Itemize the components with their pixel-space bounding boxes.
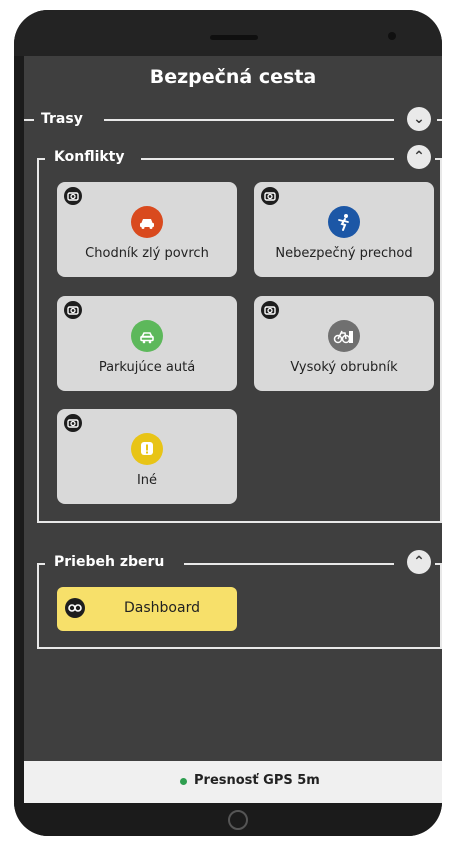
card-ine[interactable]: Iné xyxy=(57,409,237,504)
pedestrian-icon xyxy=(328,206,360,238)
card-label: Iné xyxy=(136,473,158,488)
phone-top-bar xyxy=(14,10,442,56)
priebeh-line-right xyxy=(184,563,394,565)
card-nebezpecny-prechod[interactable]: Nebezpečný prechod xyxy=(254,182,434,277)
priebeh-border-right xyxy=(440,563,442,649)
camera-icon[interactable] xyxy=(261,301,279,319)
camera-icon[interactable] xyxy=(64,414,82,432)
konflikty-title: Konflikty xyxy=(54,149,125,165)
priebeh-border-bottom xyxy=(37,647,442,649)
priebeh-border-left xyxy=(37,563,39,649)
priebeh-line-left xyxy=(37,563,45,565)
camera-icon[interactable] xyxy=(64,187,82,205)
konflikty-line-right xyxy=(141,158,394,160)
konflikty-line-end xyxy=(435,158,442,160)
konflikty-border-right xyxy=(440,158,442,523)
car-icon xyxy=(131,206,163,238)
gps-status-bar: Presnosť GPS 5m xyxy=(24,761,442,803)
trasy-line-end xyxy=(437,119,442,121)
card-label: Vysoký obrubník xyxy=(290,360,398,375)
alert-icon xyxy=(131,433,163,465)
card-chodnik-zly-povrch[interactable]: Chodník zlý povrch xyxy=(57,182,237,277)
priebeh-toggle[interactable]: ⌃ xyxy=(407,550,431,574)
camera-icon[interactable] xyxy=(64,301,82,319)
trasy-line-right xyxy=(104,119,394,121)
camera-icon[interactable] xyxy=(261,187,279,205)
speaker xyxy=(210,35,258,40)
front-camera xyxy=(388,32,396,40)
app-title: Bezpečná cesta xyxy=(149,66,317,88)
home-button[interactable] xyxy=(228,810,248,830)
trasy-title: Trasy xyxy=(41,111,83,127)
card-parkujuce-auta[interactable]: Parkujúce autá xyxy=(57,296,237,391)
konflikty-border-bottom xyxy=(37,521,442,523)
dashboard-label: Dashboard xyxy=(124,600,200,616)
chevron-up-icon: ⌃ xyxy=(413,554,425,570)
chevron-up-icon: ⌃ xyxy=(413,149,425,165)
chevron-down-icon: ⌄ xyxy=(413,111,425,127)
trasy-line-left xyxy=(24,119,34,121)
konflikty-border-left xyxy=(37,158,39,523)
app-screen: Bezpečná cesta Trasy ⌄ Konflikty ⌃ Chodn… xyxy=(24,56,442,761)
phone-frame: Bezpečná cesta Trasy ⌄ Konflikty ⌃ Chodn… xyxy=(14,10,442,836)
priebeh-line-end xyxy=(435,563,442,565)
konflikty-line-left xyxy=(37,158,45,160)
gps-status-dot xyxy=(180,778,187,785)
bicycle-icon xyxy=(328,320,360,352)
card-label: Chodník zlý povrch xyxy=(85,246,209,261)
gps-status-text: Presnosť GPS 5m xyxy=(194,773,320,788)
parking-icon xyxy=(131,320,163,352)
card-vysoky-obrubnik[interactable]: Vysoký obrubník xyxy=(254,296,434,391)
trasy-toggle[interactable]: ⌄ xyxy=(407,107,431,131)
card-label: Parkujúce autá xyxy=(98,360,196,375)
dashboard-button[interactable]: Dashboard xyxy=(57,587,237,631)
card-label: Nebezpečný prechod xyxy=(275,246,413,261)
priebeh-title: Priebeh zberu xyxy=(54,554,165,570)
link-icon xyxy=(65,598,85,618)
konflikty-toggle[interactable]: ⌃ xyxy=(407,145,431,169)
